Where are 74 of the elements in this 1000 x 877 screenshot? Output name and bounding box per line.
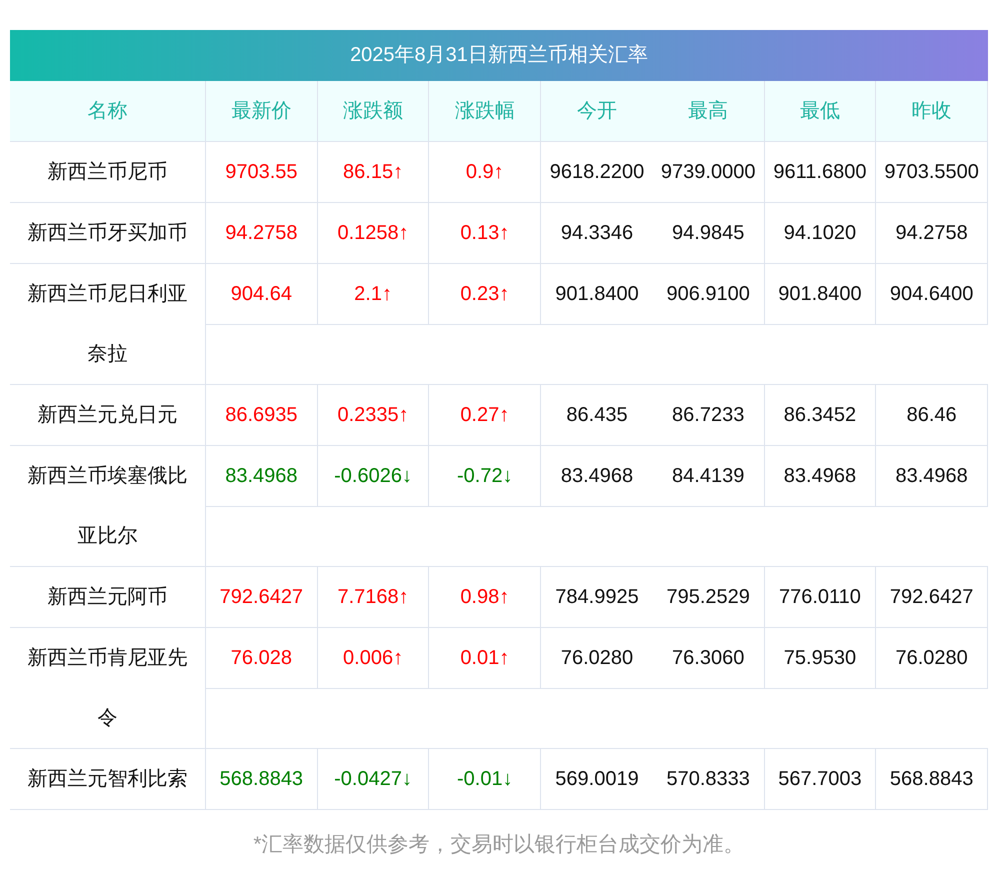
table-cell: 0.2335↑: [318, 385, 430, 446]
column-header: 涨跌额: [318, 81, 430, 141]
column-header: 今开: [576, 99, 618, 124]
table-cell: 0.9↑: [429, 142, 542, 203]
table-cell: 新西兰元兑日元: [10, 385, 206, 445]
table-cell: 9739.0000: [652, 142, 765, 203]
column-header: 昨收: [876, 81, 988, 141]
table-cell: 94.2758: [206, 203, 318, 264]
table-cell: 2.1↑: [318, 264, 430, 325]
table-cell: 0.01↑: [429, 628, 542, 689]
footnote: *汇率数据仅供参考，交易时以银行柜台成交价为准。: [253, 833, 745, 856]
table-cell: -0.72↓: [429, 446, 542, 507]
table-cell: 9703.55: [206, 142, 318, 203]
table-title: 2025年8月31日新西兰币相关汇率: [10, 30, 988, 81]
table-cell: 795.2529: [652, 567, 765, 628]
table-cell: 0.27↑: [429, 385, 542, 446]
table-cell: 94.1020: [764, 203, 876, 264]
table-cell: 570.8333: [652, 749, 765, 810]
table-cell: 7.7168↑: [318, 567, 430, 628]
table-cell: 776.0110: [764, 567, 876, 628]
table-cell: 76.3060: [652, 628, 765, 689]
table-cell: -0.01↓: [429, 749, 542, 810]
table-cell: 83.4968: [876, 446, 988, 507]
table-cell: 76.0280: [541, 628, 653, 689]
column-header: 名称: [10, 81, 206, 141]
table-cell: 83.4968: [206, 446, 318, 507]
column-header: 最低: [764, 81, 876, 141]
table-cell: 94.2758: [876, 203, 988, 264]
table-cell: 新西兰币肯尼亚先令: [10, 628, 206, 748]
table-cell: 901.8400: [764, 264, 876, 325]
table-cell: 904.64: [206, 264, 318, 325]
table-cell: 83.4968: [541, 446, 653, 507]
table-cell: 新西兰币尼日利亚奈拉: [10, 264, 206, 384]
table-cell: 792.6427: [206, 567, 318, 628]
table-cell: 86.6935: [206, 385, 318, 446]
table-cell: 86.46: [876, 385, 988, 446]
table-cell: -0.0427↓: [318, 749, 430, 810]
table-cell: 0.98↑: [429, 567, 542, 628]
table-cell: 0.1258↑: [318, 203, 430, 264]
table-cell: 86.15↑: [318, 142, 430, 203]
table-cell: 0.13↑: [429, 203, 542, 264]
table-cell: 904.6400: [876, 264, 988, 325]
table-cell: 新西兰币牙买加币: [10, 203, 206, 263]
table-cell: 901.8400: [541, 264, 653, 325]
table-cell: 86.3452: [764, 385, 876, 446]
table-cell: 新西兰币尼币: [10, 142, 206, 202]
column-header: 最高: [652, 81, 765, 141]
table-cell: 9703.5500: [876, 142, 988, 203]
table-cell: 86.7233: [652, 385, 765, 446]
table-cell: 83.4968: [764, 446, 876, 507]
table-cell: 784.9925: [541, 567, 653, 628]
table-cell: 76.0280: [876, 628, 988, 689]
table-cell: 新西兰元阿币: [10, 567, 206, 627]
table-cell: 94.3346: [541, 203, 653, 264]
table-cell: 75.9530: [764, 628, 876, 689]
table-cell: 0.23↑: [429, 264, 542, 325]
table-cell: 568.8843: [206, 749, 318, 810]
table-cell: 新西兰元智利比索: [10, 749, 206, 809]
table-cell: 86.435: [541, 385, 653, 446]
table-cell: 9611.6800: [764, 142, 876, 203]
table-cell: 569.0019: [541, 749, 653, 810]
column-header: 最新价: [206, 81, 318, 141]
table-cell: 567.7003: [764, 749, 876, 810]
table-cell: 新西兰币埃塞俄比亚比尔: [10, 446, 206, 566]
table-cell: 94.9845: [652, 203, 765, 264]
table-cell: 568.8843: [876, 749, 988, 810]
table-cell: 9618.2200: [541, 142, 653, 203]
table-cell: 84.4139: [652, 446, 765, 507]
table-cell: 76.028: [206, 628, 318, 689]
table-cell: 792.6427: [876, 567, 988, 628]
column-header: 涨跌幅: [429, 81, 542, 141]
table-cell: 0.006↑: [318, 628, 430, 689]
table-cell: 906.9100: [652, 264, 765, 325]
table-cell: -0.6026↓: [318, 446, 430, 507]
